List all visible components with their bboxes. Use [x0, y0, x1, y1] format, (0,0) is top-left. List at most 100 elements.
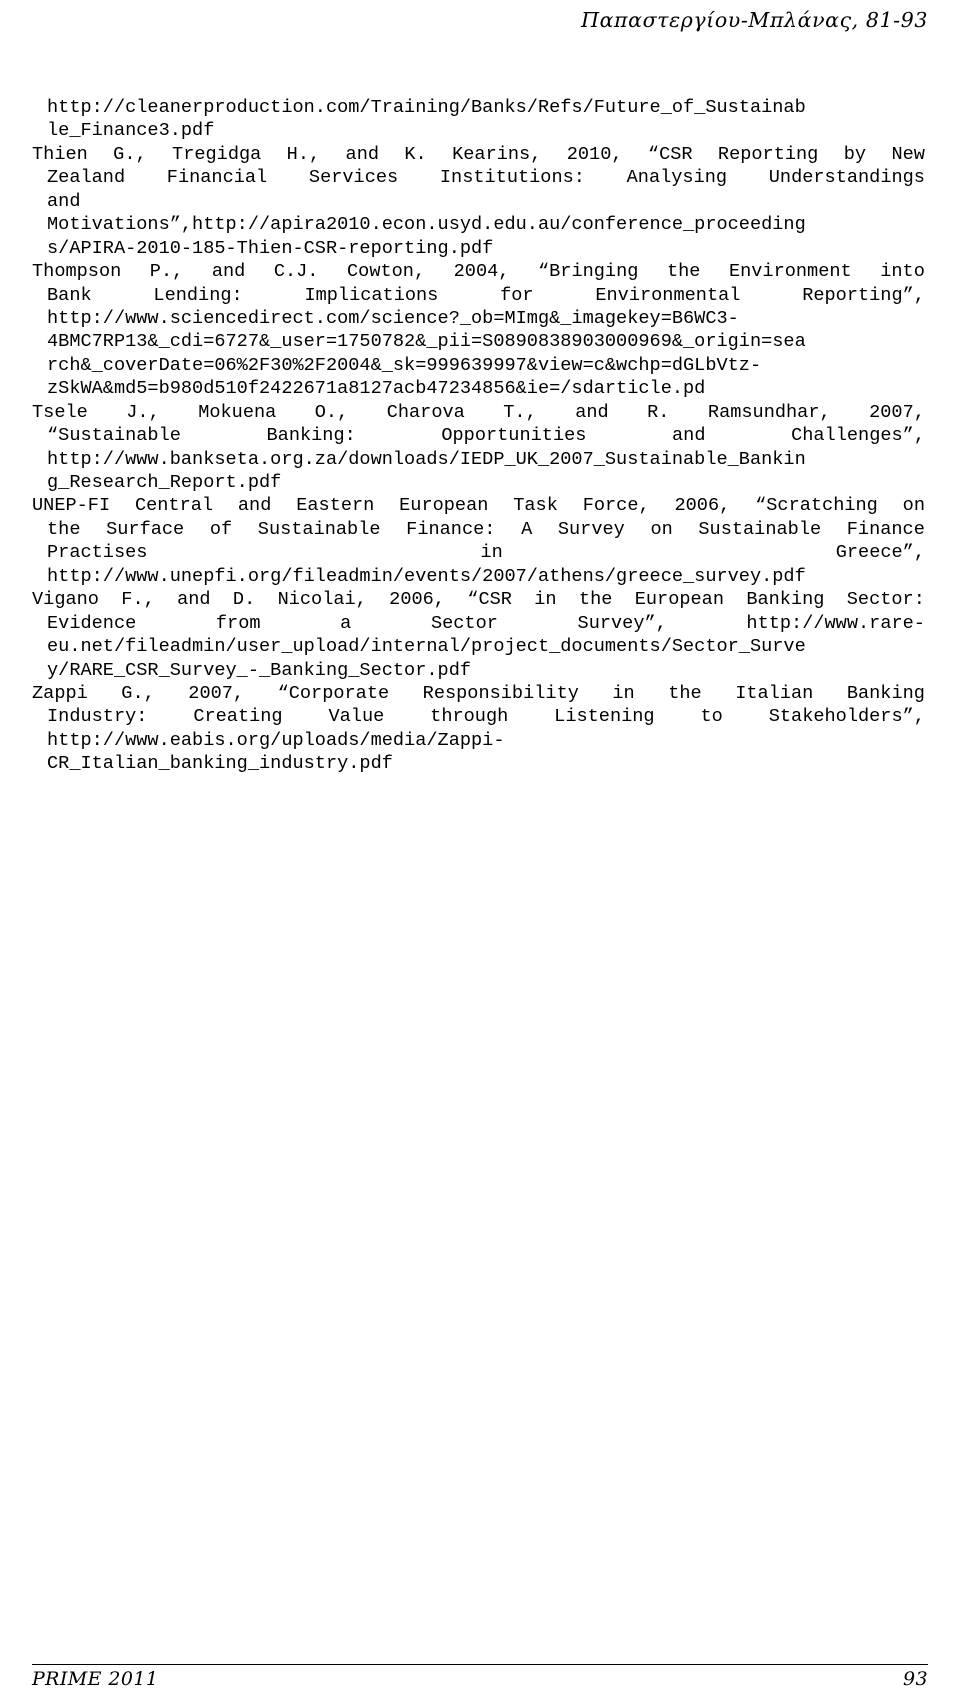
- bibliography-word: Responsibility: [422, 682, 579, 704]
- bibliography-word: Analysing: [626, 167, 728, 189]
- bibliography-word: R.: [647, 401, 670, 423]
- bibliography-word: in: [534, 589, 557, 611]
- bibliography-word: Greece”,: [835, 542, 925, 564]
- bibliography-word: Thompson: [32, 261, 122, 283]
- bibliography-word: Sector:: [846, 589, 925, 611]
- bibliography-word: T.,: [503, 401, 537, 423]
- bibliography-word: Motivations”,http://apira2010.econ.usyd.…: [47, 214, 806, 236]
- bibliography-word: “CSR: [647, 143, 693, 165]
- bibliography-word: Lending:: [153, 284, 243, 306]
- bibliography-word: “Corporate: [277, 682, 390, 704]
- bibliography-word: 2007,: [869, 401, 925, 423]
- bibliography-entry: Thompson P., and C.J. Cowton, 2004, “Bringing t…: [32, 260, 925, 401]
- bibliography-word: European: [634, 589, 724, 611]
- bibliography-word: P.,: [149, 261, 184, 283]
- bibliography-word: Charova: [386, 401, 465, 423]
- bibliography-word: s/APIRA-2010-185-Thien-CSR-reporting.pdf: [47, 237, 494, 259]
- bibliography-word: F.,: [121, 589, 155, 611]
- bibliography-word: the: [668, 682, 702, 704]
- bibliography-word: D.: [232, 589, 256, 611]
- bibliography-word: C.J.: [273, 261, 319, 283]
- bibliography-word: G.,: [113, 143, 147, 165]
- bibliography-word: http://www.bankseta.org.za/downloads/IED…: [47, 448, 806, 470]
- bibliography-word: Surface: [106, 518, 185, 540]
- bibliography-line: eu.net/fileadmin/user_upload/internal/pr…: [32, 635, 925, 658]
- bibliography-word: Opportunities: [441, 425, 587, 447]
- bibliography-word: H.,: [286, 143, 321, 165]
- bibliography-word: Creating: [193, 706, 283, 728]
- bibliography-word: Mokuena: [198, 401, 277, 423]
- bibliography-word: http://www.eabis.org/uploads/media/Zappi…: [47, 729, 505, 751]
- bibliography-word: Industry:: [47, 706, 148, 728]
- bibliography-line: http://www.bankseta.org.za/downloads/IED…: [32, 448, 925, 471]
- footer-page-number: 93: [903, 1668, 928, 1690]
- bibliography-word: Vigano: [32, 589, 99, 611]
- bibliography-word: http://www.unepfi.org/fileadmin/events/2…: [47, 565, 806, 587]
- document-page: Παπαστεργίου-Μπλάνας, 81-93 http://clean…: [0, 0, 960, 1692]
- bibliography-word: European: [399, 495, 489, 517]
- bibliography-word: Finance: [846, 518, 925, 540]
- bibliography-word: O.,: [314, 401, 349, 423]
- bibliography-line: zSkWA&md5=b980d510f2422671a8127acb472348…: [32, 377, 925, 400]
- bibliography-word: of: [209, 518, 233, 540]
- bibliography-word: and: [177, 589, 211, 611]
- bibliography-line: and: [32, 190, 925, 213]
- bibliography-word: zSkWA&md5=b980d510f2422671a8127acb472348…: [47, 378, 706, 400]
- bibliography-line: Industry: Creating Value through Listening to…: [32, 705, 925, 728]
- bibliography-word: in: [612, 682, 635, 704]
- footer-divider: [32, 1664, 928, 1665]
- bibliography-word: Italian: [735, 682, 814, 704]
- bibliography-word: Implications: [304, 284, 439, 306]
- bibliography-word: “Sustainable: [47, 425, 181, 447]
- bibliography-word: Bank: [47, 284, 92, 306]
- bibliography-word: Services: [308, 167, 399, 189]
- bibliography-word: J.,: [126, 401, 160, 423]
- running-header: Παπαστεργίου-Μπλάνας, 81-93: [581, 8, 928, 32]
- bibliography-word: “Bringing: [537, 261, 639, 283]
- bibliography-word: Environment: [728, 261, 852, 283]
- bibliography-word: 4BMC7RP13&_cdi=6727&_user=1750782&_pii=S…: [47, 331, 806, 353]
- bibliography-entry: Vigano F., and D. Nicolai, 2006, “CSR in the Euro…: [32, 588, 925, 682]
- bibliography-word: eu.net/fileadmin/user_upload/internal/pr…: [47, 636, 806, 658]
- bibliography-word: Stakeholders”,: [768, 706, 925, 728]
- bibliography-line: “Sustainable Banking: Opportunities and Chal…: [32, 424, 925, 447]
- bibliography-line: le_Finance3.pdf: [32, 119, 925, 142]
- bibliography-word: in: [480, 542, 503, 564]
- bibliography-word: Challenges”,: [791, 425, 925, 447]
- bibliography-word: and: [237, 495, 272, 517]
- bibliography-word: and: [575, 401, 609, 423]
- bibliography-word: Nicolai,: [277, 589, 367, 611]
- bibliography-line: g_Research_Report.pdf: [32, 471, 925, 494]
- bibliography-word: 2007,: [188, 682, 245, 704]
- bibliography-line: 4BMC7RP13&_cdi=6727&_user=1750782&_pii=S…: [32, 330, 925, 353]
- bibliography-word: Reporting: [717, 143, 819, 165]
- bibliography-line: Zappi G., 2007, “Corporate Responsibility in t…: [32, 682, 925, 705]
- bibliography-word: Sustainable: [257, 518, 381, 540]
- bibliography-word: Practises: [47, 542, 148, 564]
- bibliography-word: 2010,: [566, 143, 623, 165]
- bibliography-word: 2006,: [674, 495, 731, 517]
- bibliography-line: http://cleanerproduction.com/Training/Ba…: [32, 96, 925, 119]
- bibliography-word: for: [500, 284, 534, 306]
- bibliography-word: Survey”,: [577, 612, 667, 634]
- bibliography-word: G.,: [121, 682, 155, 704]
- bibliography-word: Force,: [582, 495, 650, 517]
- bibliography-line: Zealand Financial Services Institutions: Ana…: [32, 166, 925, 189]
- bibliography-word: through: [430, 706, 509, 728]
- bibliography-line: Thien G., Tregidga H., and K. Kearins, 2010, “CS…: [32, 143, 925, 166]
- bibliography-word: and: [345, 143, 380, 165]
- bibliography-word: UNEP-FI: [32, 495, 111, 517]
- bibliography-line: y/RARE_CSR_Survey_-_Banking_Sector.pdf: [32, 659, 925, 682]
- bibliography-line: Tsele J., Mokuena O., Charova T., and R. Ramsund…: [32, 401, 925, 424]
- bibliography-entry: UNEP-FI Central and Eastern European Task Forc…: [32, 494, 925, 588]
- bibliography-word: Tregidga: [172, 143, 262, 165]
- bibliography-word: Ramsundhar,: [707, 401, 831, 423]
- bibliography-word: New: [891, 143, 925, 165]
- bibliography-line: rch&_coverDate=06%2F30%2F2004&_sk=999639…: [32, 354, 925, 377]
- footer-conference-label: PRIME 2011: [32, 1668, 159, 1690]
- bibliography-line: Motivations”,http://apira2010.econ.usyd.…: [32, 213, 925, 236]
- bibliography-line: Thompson P., and C.J. Cowton, 2004, “Bringing t…: [32, 260, 925, 283]
- bibliography-word: Banking: [846, 682, 925, 704]
- bibliography-word: Zealand: [47, 167, 126, 189]
- bibliography-word: a: [340, 612, 352, 634]
